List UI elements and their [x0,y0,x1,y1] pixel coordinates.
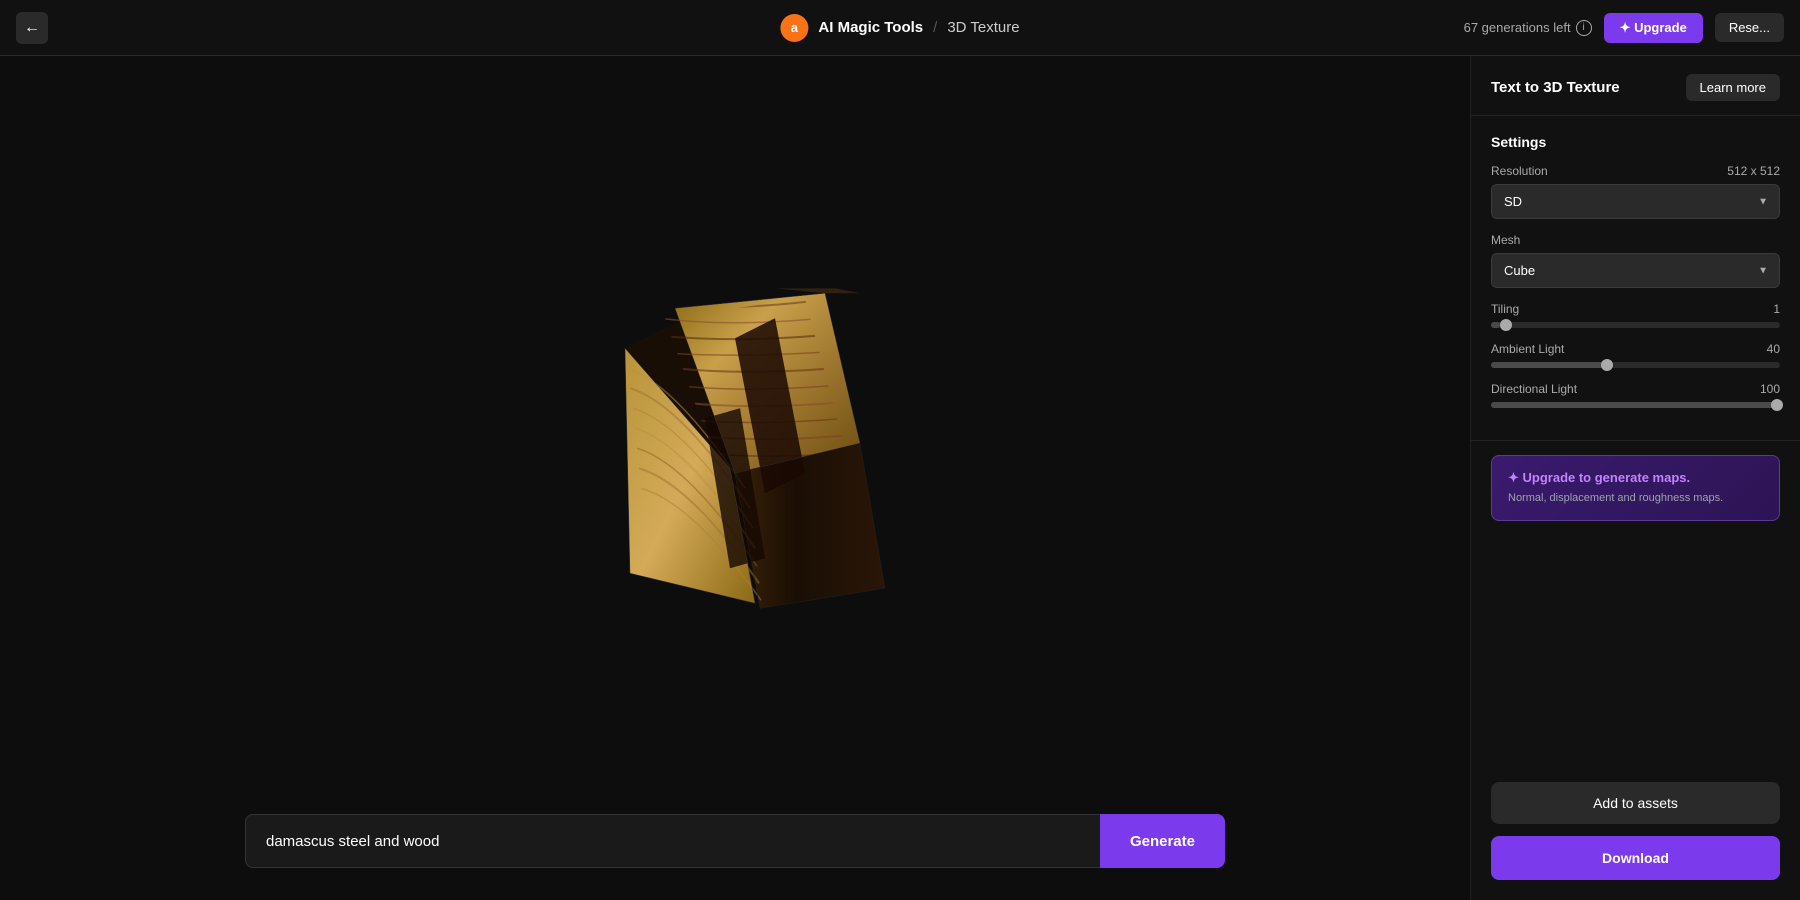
right-panel: Text to 3D Texture Learn more Settings R… [1470,56,1800,900]
resolution-value: 512 x 512 [1727,164,1780,178]
reset-button[interactable]: Rese... [1715,13,1784,42]
download-button[interactable]: Download [1491,836,1780,880]
upgrade-button[interactable]: ✦ Upgrade [1604,13,1703,43]
app-header: ← a AI Magic Tools / 3D Texture 67 gener… [0,0,1800,56]
header-right: 67 generations left i ✦ Upgrade Rese... [1464,13,1784,43]
tiling-setting: Tiling 1 [1491,302,1780,328]
prompt-bar: Generate [245,814,1225,868]
upgrade-banner-desc: Normal, displacement and roughness maps. [1508,491,1763,506]
tiling-value: 1 [1773,302,1780,316]
3d-object-container [575,288,895,633]
page-name: 3D Texture [947,19,1019,36]
directional-light-setting: Directional Light 100 [1491,382,1780,408]
header-center: a AI Magic Tools / 3D Texture [780,14,1019,42]
main-layout: Generate Text to 3D Texture Learn more S… [0,56,1800,900]
app-name: AI Magic Tools [818,19,923,36]
directional-light-slider[interactable] [1491,402,1780,408]
resolution-select[interactable]: SD HD 4K [1491,184,1780,219]
settings-section: Settings Resolution 512 x 512 SD HD 4K [1471,116,1800,441]
ambient-light-value: 40 [1767,342,1780,356]
resolution-setting: Resolution 512 x 512 SD HD 4K [1491,164,1780,219]
directional-light-thumb[interactable] [1771,399,1783,411]
panel-title: Text to 3D Texture [1491,79,1620,96]
ambient-light-fill [1491,362,1607,368]
mesh-setting: Mesh Cube Sphere Cylinder Plane [1491,233,1780,288]
settings-title: Settings [1491,134,1780,150]
prompt-input[interactable] [245,814,1100,868]
tiling-slider[interactable] [1491,322,1780,328]
back-button[interactable]: ← [16,12,48,44]
ambient-light-setting: Ambient Light 40 [1491,342,1780,368]
tiling-slider-thumb[interactable] [1500,319,1512,331]
panel-header: Text to 3D Texture Learn more [1471,56,1800,116]
ambient-light-label: Ambient Light [1491,342,1564,356]
canvas-area: Generate [0,56,1470,900]
info-icon[interactable]: i [1576,20,1592,36]
upgrade-banner: ✦ Upgrade to generate maps. Normal, disp… [1491,455,1780,521]
resolution-select-wrapper: SD HD 4K [1491,184,1780,219]
directional-light-fill [1491,402,1780,408]
generate-button[interactable]: Generate [1100,814,1225,868]
mesh-label: Mesh [1491,233,1520,247]
ambient-light-slider[interactable] [1491,362,1780,368]
add-to-assets-button[interactable]: Add to assets [1491,782,1780,824]
generations-counter: 67 generations left i [1464,20,1592,36]
directional-light-value: 100 [1760,382,1780,396]
mesh-select-wrapper: Cube Sphere Cylinder Plane [1491,253,1780,288]
directional-light-label: Directional Light [1491,382,1577,396]
upgrade-banner-title: ✦ Upgrade to generate maps. [1508,470,1763,486]
tiling-slider-fill [1491,322,1500,328]
mesh-select[interactable]: Cube Sphere Cylinder Plane [1491,253,1780,288]
avatar: a [780,14,808,42]
tiling-label: Tiling [1491,302,1519,316]
ambient-light-thumb[interactable] [1601,359,1613,371]
resolution-label: Resolution [1491,164,1548,178]
3d-object-svg [575,288,895,628]
breadcrumb-separator: / [933,19,937,36]
back-icon: ← [24,19,40,37]
learn-more-button[interactable]: Learn more [1686,74,1780,101]
